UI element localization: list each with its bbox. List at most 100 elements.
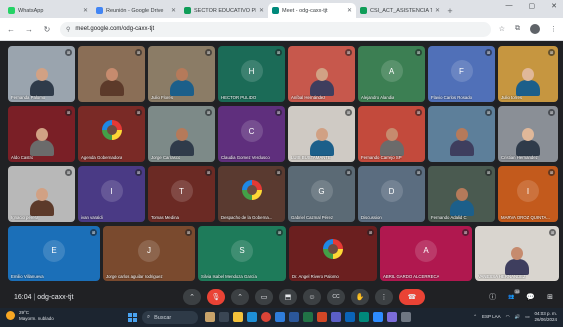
meet-app-icon[interactable] <box>359 312 369 322</box>
participant-tile[interactable]: T ⊘ Tomas Medina <box>148 166 215 222</box>
participant-tile[interactable]: ⊘ Aníbal Hernández <box>288 46 355 102</box>
tab-sector[interactable]: SECTOR EDUCATIVO PROPUES✕ <box>180 3 268 18</box>
back-arrow-icon[interactable]: ← <box>6 25 16 34</box>
taskbar-search[interactable]: ⌕ Buscar <box>142 311 198 324</box>
tray-chevron-icon[interactable]: ⌃ <box>473 314 477 320</box>
bookmark-star-icon[interactable]: ☆ <box>499 25 505 33</box>
volume-icon[interactable]: 🔊 <box>515 314 521 320</box>
participant-tile[interactable]: ⊘ Aldo Castro <box>8 106 75 162</box>
participant-tile[interactable]: ⊘ Dr. Angel Rivero Palomo <box>289 226 377 281</box>
participant-tile[interactable]: F ⊘ Flavio Carlos Rosado <box>428 46 495 102</box>
extensions-icon[interactable]: ⧉ <box>515 25 520 33</box>
chat-icon[interactable]: 💬 <box>526 293 535 301</box>
participant-tile[interactable]: ⊘ Fernanda Palomo <box>8 46 75 102</box>
tab-drive[interactable]: Reunión - Google Drive ✕ <box>92 3 180 18</box>
people-button[interactable]: 👥 38 <box>508 289 521 300</box>
url-input[interactable]: ⚲ meet.google.com/odg-caxx-tjt <box>60 21 491 37</box>
participant-tile[interactable]: G ⊘ Gabriel Cazmal Pérez <box>288 166 355 222</box>
menu-icon[interactable]: ⋮ <box>550 25 557 33</box>
participant-tile[interactable]: A ⊘ ABRIL GARDO ALCERRECA <box>380 226 472 281</box>
windows-start-icon[interactable] <box>128 313 137 322</box>
close-tab-icon[interactable]: ✕ <box>347 7 352 14</box>
participant-tile[interactable]: J ⊘ Jorge carlos aguilar rodriguez <box>103 226 195 281</box>
taskbar-clock[interactable]: 04:03 p. m. 26/06/2024 <box>534 311 557 322</box>
camera-options-button[interactable]: ⌃ <box>231 289 249 305</box>
weather-widget[interactable]: 29°C Mayorm. nublado <box>6 310 54 321</box>
participant-tile[interactable]: ⊘ <box>428 106 495 162</box>
store-icon[interactable] <box>275 312 285 322</box>
reload-icon[interactable]: ↻ <box>42 25 52 34</box>
mic-toggle-button[interactable]: 🎙 <box>207 289 225 305</box>
activities-icon[interactable]: ⊞ <box>547 293 553 301</box>
edge-icon[interactable] <box>247 312 257 322</box>
end-call-button[interactable]: ☎ <box>399 289 425 305</box>
participant-tile[interactable]: ⊘ Fernando Carrejo SP <box>358 106 425 162</box>
teams-icon[interactable] <box>331 312 341 322</box>
maximize-icon[interactable]: ▢ <box>529 2 536 10</box>
excel-icon[interactable] <box>303 312 313 322</box>
participant-tile[interactable]: ⊘ Despacho de la Goberna... <box>218 166 285 222</box>
close-window-icon[interactable]: ✕ <box>551 2 557 10</box>
chrome-icon[interactable] <box>261 312 271 322</box>
photos-icon[interactable] <box>387 312 397 322</box>
forward-arrow-icon[interactable]: → <box>24 25 34 34</box>
participant-name: Silvia Isabel Mendoza García <box>201 274 257 279</box>
participant-tile[interactable]: ⊘ VANESSA HERNANDEZ <box>475 226 559 281</box>
word-icon[interactable] <box>289 312 299 322</box>
settings-icon[interactable] <box>401 312 411 322</box>
outlook-icon[interactable] <box>345 312 355 322</box>
close-tab-icon[interactable]: ✕ <box>83 7 88 14</box>
tab-meet[interactable]: Meet - odg-caxx-tjt ✕ <box>268 3 356 18</box>
participant-tile[interactable]: C ⊘ Claudia Gomez Verdusco <box>218 106 285 162</box>
meeting-info-icon[interactable]: ⓘ <box>489 292 496 302</box>
tab-whatsapp[interactable]: WhatsApp ✕ <box>4 3 92 18</box>
mic-options-button[interactable]: ⌃ <box>183 289 201 305</box>
reactions-button[interactable]: ☺ <box>303 289 321 305</box>
powerpoint-icon[interactable] <box>317 312 327 322</box>
participant-tile[interactable]: ⊘ <box>78 46 145 102</box>
language-indicator[interactable]: ESP LAA <box>482 314 501 319</box>
present-button[interactable]: ⬒ <box>279 289 297 305</box>
participant-tile[interactable]: I ⊘ ivan varaldi <box>78 166 145 222</box>
minimize-icon[interactable]: — <box>506 2 513 10</box>
participant-tile[interactable]: E ⊘ Emilio Villanueva <box>8 226 100 281</box>
close-tab-icon[interactable]: ✕ <box>171 7 176 14</box>
profile-avatar[interactable] <box>530 24 540 34</box>
participant-tile[interactable]: H ⊘ HECTOR PULIDO <box>218 46 285 102</box>
participant-tile[interactable]: ⊘ Julio torres <box>498 46 558 102</box>
raise-hand-button[interactable]: ✋ <box>351 289 369 305</box>
participant-tile[interactable]: ⊘ Fernando Adalid C <box>428 166 495 222</box>
new-tab-button[interactable]: + <box>444 3 456 18</box>
participant-tile[interactable]: ⊘ Cristian Hernandez <box>498 106 558 162</box>
participant-tile[interactable]: S ⊘ Silvia Isabel Mendoza García <box>198 226 286 281</box>
wifi-icon[interactable]: ◠ <box>506 314 510 320</box>
battery-icon[interactable]: ▭ <box>525 314 529 320</box>
camera-toggle-button[interactable]: ▭ <box>255 289 273 305</box>
participant-avatar: C <box>240 120 263 143</box>
participant-name: Jorge carlos aguilar rodriguez <box>106 274 163 279</box>
participant-tile[interactable]: ⊘ Jorge Carrasco <box>148 106 215 162</box>
participant-tile[interactable]: A ⊘ Alejandro Alandia <box>358 46 425 102</box>
participant-tile[interactable]: D ⊘ Discussion <box>358 166 425 222</box>
participant-tile[interactable]: I ⊘ MARVA OROZ QUINTA... <box>498 166 558 222</box>
muted-mic-icon: ⊘ <box>462 229 469 236</box>
tab-csi[interactable]: CSI_ACT_ASISTENCIA TÉCNIC✕ <box>356 3 444 18</box>
zoom-icon[interactable] <box>373 312 383 322</box>
widgets-app-icon[interactable] <box>205 312 215 322</box>
muted-mic-icon: ⊘ <box>415 169 422 176</box>
person-body <box>449 140 474 156</box>
person-body <box>29 140 54 156</box>
site-info-icon[interactable]: ⚲ <box>66 26 70 33</box>
file-explorer-icon[interactable] <box>233 312 243 322</box>
task-view-icon[interactable] <box>219 312 229 322</box>
participant-name: Cristian Hernandez <box>501 155 538 160</box>
participant-tile[interactable]: ⊘ LUIS BUSTAMANTE <box>288 106 355 162</box>
captions-button[interactable]: CC <box>327 289 345 305</box>
more-options-button[interactable]: ⋮ <box>375 289 393 305</box>
participant-tile[interactable]: ⊘ Julio Flores <box>148 46 215 102</box>
participant-tile[interactable]: ⊘ Agenda Gobernadora <box>78 106 145 162</box>
close-tab-icon[interactable]: ✕ <box>259 7 264 14</box>
close-tab-icon[interactable]: ✕ <box>435 7 440 14</box>
participant-tile[interactable]: ⊘ Ignacio perera <box>8 166 75 222</box>
muted-mic-icon: ⊘ <box>65 109 72 116</box>
